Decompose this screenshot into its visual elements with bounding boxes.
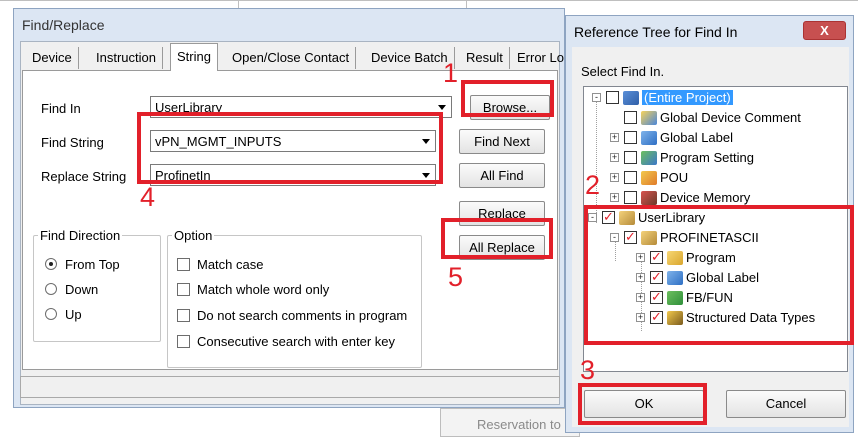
select-find-in-label: Select Find In. [581, 64, 665, 79]
status-bar [20, 376, 560, 398]
tree-checkbox[interactable] [624, 191, 637, 204]
tab-string[interactable]: String [170, 43, 218, 71]
background-grid-line [0, 0, 858, 1]
label-icon [641, 131, 657, 145]
consecutive-search-checkbox[interactable] [177, 335, 190, 348]
tree-node-global-device-comment[interactable]: Global Device Comment [590, 109, 840, 127]
tree-node-label: Global Device Comment [660, 110, 801, 125]
match-case-label: Match case [197, 257, 264, 272]
annotation-box-strings [137, 112, 443, 184]
annotation-box-all-replace [441, 218, 553, 259]
radio-up-label: Up [65, 307, 82, 322]
match-whole-word-label: Match whole word only [197, 282, 330, 297]
expand-icon[interactable]: + [610, 153, 619, 162]
cancel-button[interactable]: Cancel [726, 390, 846, 418]
find-direction-legend: Find Direction [40, 228, 121, 243]
device-memory-icon [641, 191, 657, 205]
all-find-button[interactable]: All Find [459, 163, 545, 188]
project-icon [623, 91, 639, 105]
tree-node-label: POU [660, 170, 689, 185]
tab-open-close-contact[interactable]: Open/Close Contact [226, 47, 357, 69]
replace-string-label: Replace String [41, 169, 127, 184]
radio-down[interactable] [45, 283, 57, 295]
background-grid-line [466, 0, 467, 8]
tree-node-global-label[interactable]: + Global Label [590, 129, 840, 147]
pou-icon [641, 171, 657, 185]
tree-checkbox[interactable] [624, 111, 637, 124]
annotation-box-ok [578, 383, 707, 425]
expand-icon[interactable]: + [610, 193, 619, 202]
skip-comments-label: Do not search comments in program [197, 308, 408, 323]
annotation-number-3: 3 [580, 355, 596, 385]
radio-from-top[interactable] [45, 258, 57, 270]
tab-instruction[interactable]: Instruction [90, 47, 163, 69]
tab-device-batch[interactable]: Device Batch [365, 47, 455, 69]
consecutive-search-label: Consecutive search with enter key [197, 334, 395, 349]
radio-from-top-label: From Top [65, 257, 120, 272]
program-setting-icon [641, 151, 657, 165]
tab-device[interactable]: Device [26, 47, 79, 69]
option-legend: Option [174, 228, 213, 243]
tree-checkbox[interactable] [624, 171, 637, 184]
annotation-box-userlibrary [584, 205, 854, 345]
expand-icon[interactable]: + [610, 133, 619, 142]
annotation-number-2: 2 [585, 170, 601, 200]
expand-icon[interactable]: + [610, 173, 619, 182]
background-reservation-button: Reservation to [440, 408, 580, 437]
find-replace-dialog: Find/Replace Device Instruction String O… [13, 8, 565, 408]
tree-node-pou[interactable]: + POU [590, 169, 840, 187]
collapse-icon[interactable]: - [592, 93, 601, 102]
tree-node-label: (Entire Project) [642, 90, 733, 105]
tree-node-entire-project[interactable]: - (Entire Project) [590, 89, 840, 107]
annotation-number-4: 4 [140, 182, 156, 212]
tree-node-label: Program Setting [660, 150, 754, 165]
tree-checkbox[interactable] [624, 131, 637, 144]
tab-error-log[interactable]: Error Lo [511, 47, 570, 69]
close-icon[interactable]: X [820, 23, 829, 38]
find-in-label: Find In [41, 101, 81, 116]
skip-comments-checkbox[interactable] [177, 309, 190, 322]
radio-down-label: Down [65, 282, 99, 297]
annotation-number-5: 5 [448, 262, 464, 292]
tree-node-label: Global Label [660, 130, 733, 145]
tree-checkbox[interactable] [624, 151, 637, 164]
find-next-button[interactable]: Find Next [459, 129, 545, 154]
close-button[interactable]: X [803, 21, 846, 40]
match-case-checkbox[interactable] [177, 258, 190, 271]
tree-node-program-setting[interactable]: + Program Setting [590, 149, 840, 167]
tree-node-label: Device Memory [660, 190, 751, 205]
tree-checkbox[interactable] [606, 91, 619, 104]
tab-result[interactable]: Result [460, 47, 510, 69]
annotation-number-1: 1 [443, 58, 459, 88]
annotation-box-browse [461, 80, 554, 117]
background-grid-line [238, 0, 239, 8]
find-string-label: Find String [41, 135, 104, 150]
reference-tree-title: Reference Tree for Find In [574, 24, 738, 40]
find-replace-title: Find/Replace [22, 17, 105, 33]
match-whole-word-checkbox[interactable] [177, 283, 190, 296]
comment-icon [641, 111, 657, 125]
radio-up[interactable] [45, 308, 57, 320]
